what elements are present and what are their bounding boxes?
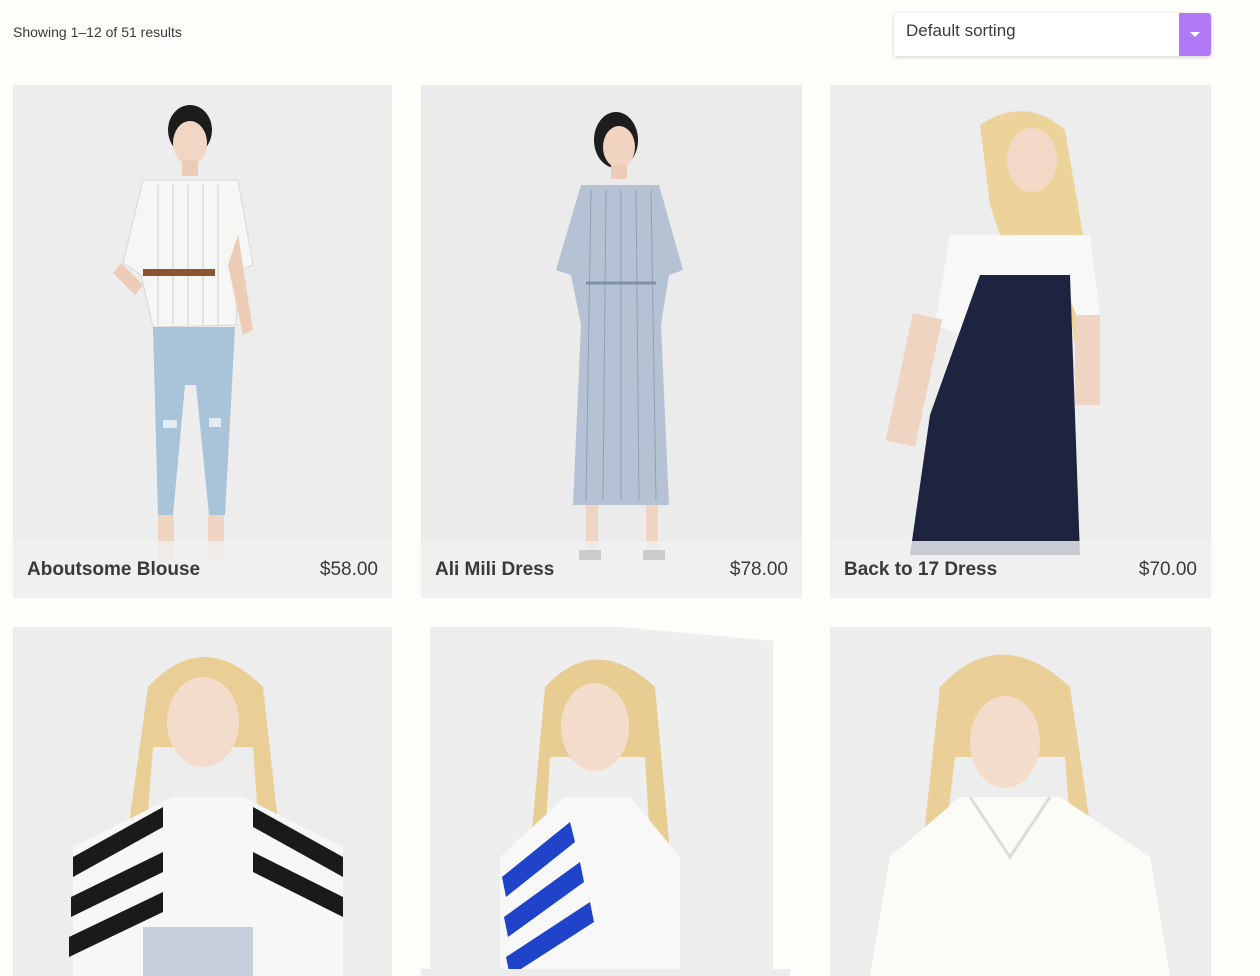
product-card[interactable] — [830, 627, 1211, 976]
shop-toolbar: Showing 1–12 of 51 results Default sorti… — [0, 0, 1260, 70]
sort-selected-value: Default sorting — [906, 20, 1016, 40]
product-image[interactable] — [430, 627, 773, 976]
product-card[interactable]: Aboutsome Blouse $58.00 — [13, 85, 392, 598]
divider — [421, 969, 790, 976]
sort-dropdown-button[interactable] — [1179, 13, 1211, 56]
product-name[interactable]: Ali Mili Dress — [435, 559, 554, 581]
product-card[interactable]: Ali Mili Dress $78.00 — [421, 85, 802, 598]
product-price: $70.00 — [1138, 558, 1197, 580]
product-name[interactable]: Aboutsome Blouse — [27, 559, 200, 581]
product-image[interactable] — [830, 627, 1211, 976]
product-price: $58.00 — [319, 558, 378, 580]
product-caption: Ali Mili Dress $78.00 — [421, 541, 802, 598]
product-price: $78.00 — [729, 558, 788, 580]
product-card[interactable]: Back to 17 Dress $70.00 — [830, 85, 1211, 598]
product-image[interactable] — [421, 85, 802, 598]
product-caption: Back to 17 Dress $70.00 — [830, 541, 1211, 598]
sort-select[interactable]: Default sorting — [894, 13, 1211, 56]
result-count: Showing 1–12 of 51 results — [13, 24, 182, 40]
product-card[interactable] — [430, 627, 773, 976]
chevron-down-icon — [1190, 32, 1200, 37]
product-image[interactable] — [13, 627, 392, 976]
product-card[interactable] — [13, 627, 392, 976]
product-caption: Aboutsome Blouse $58.00 — [13, 541, 392, 598]
product-image[interactable] — [13, 85, 392, 598]
product-image[interactable] — [830, 85, 1211, 598]
product-name[interactable]: Back to 17 Dress — [844, 559, 997, 581]
